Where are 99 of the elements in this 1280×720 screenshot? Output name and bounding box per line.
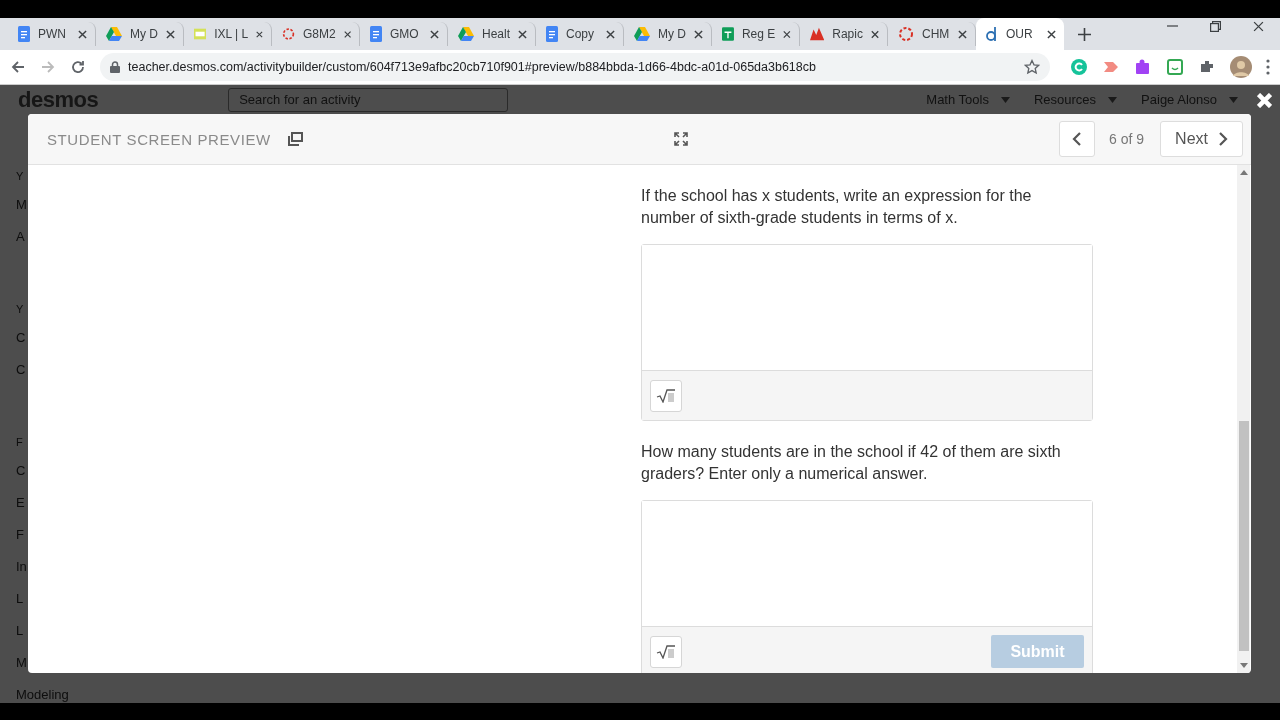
close-icon[interactable] [958,29,967,39]
tab-title: Copy [566,27,595,41]
close-icon[interactable] [606,29,615,39]
tab-title: Healt [482,27,510,41]
math-keypad-button[interactable] [650,635,682,668]
question-text: How many students are in the school if 42 of them are sixth graders? Enter only a numerical answer. [641,442,1062,484]
close-icon[interactable] [870,29,879,39]
square-root-icon [656,388,676,403]
sidebar-item[interactable]: In [16,551,27,583]
sidebar-item[interactable]: Modeling [16,679,69,703]
browser-tab[interactable]: IXL | L [184,22,272,46]
puzzle-icon[interactable] [1134,58,1152,76]
previous-button[interactable] [1059,121,1096,157]
windows-icon[interactable] [287,132,303,146]
browser-tab[interactable]: OUR [976,18,1064,50]
url-text: teacher.desmos.com/activitybuilder/custom/604f713e9afbc20cb710f901#preview/b884bbda-1d66-4bdc-a01d-065da3b618cb [128,60,817,74]
caret-icon [1229,96,1238,103]
sidebar-heading: F [16,435,23,450]
close-icon[interactable] [430,29,439,39]
sidebar-item[interactable]: F [16,519,24,551]
sidebar-item[interactable]: A [16,221,25,253]
browser-tab[interactable]: G8M2 [272,22,360,46]
browser-tab[interactable]: GMO [360,22,448,46]
document-icon [546,26,558,42]
close-icon[interactable] [1047,29,1056,39]
question-text: If the school has x students, write an expression for the number of sixth-grade students in terms of x. [641,186,1033,228]
close-icon[interactable] [1253,20,1264,32]
document-icon [18,26,30,42]
next-button[interactable]: Next [1160,121,1243,157]
browser-tab[interactable]: PWN [8,22,96,46]
spreadsheet-icon [722,26,734,42]
sidebar-item[interactable]: C [16,455,26,487]
dialog-title: STUDENT SCREEN PREVIEW [47,130,271,148]
nav-menu[interactable]: Math Tools [926,92,989,107]
close-icon[interactable] [78,29,87,39]
sidebar-item[interactable]: L [16,583,24,615]
tab-title: Reg E [741,27,776,41]
browser-tab[interactable]: Rapic [800,22,888,46]
tab-title: GMO [390,27,420,41]
browser-tab[interactable]: My D [624,22,712,46]
close-icon[interactable] [783,29,791,39]
letter-d-icon [986,27,998,41]
chat-icon[interactable] [1166,58,1184,76]
new-tab-icon[interactable] [1078,28,1091,41]
ring-icon [898,26,914,42]
tab-title: My D [658,27,686,41]
nav-menu[interactable]: Resources [1033,92,1097,107]
address-bar[interactable]: teacher.desmos.com/activitybuilder/custom/604f713e9afbc20cb710f901#preview/b884bbda-1d66-4bdc-a01d-065da3b618cb [100,53,1050,81]
close-icon[interactable] [343,29,351,39]
back-icon[interactable] [10,59,26,75]
browser-tab[interactable]: Reg E [712,22,800,46]
nav-menu[interactable]: Paige Alonso [1141,92,1217,107]
tab-title: OUR [1006,27,1034,41]
tab-title: CHM [922,27,950,41]
sidebar-item[interactable]: M [16,189,27,221]
triangle-icon [458,27,474,41]
document-icon [370,26,382,42]
chevron-left-icon [1072,132,1083,146]
close-icon[interactable] [256,29,263,39]
close-icon[interactable] [166,29,175,39]
avatar[interactable] [1230,56,1252,78]
sidebar-heading: Y [16,302,24,317]
sidebar-item[interactable]: C [16,322,26,354]
sidebar-item[interactable]: C [16,354,26,386]
tab-title: G8M2 [303,27,336,41]
scrollbar[interactable] [1237,165,1250,673]
browser-tab[interactable]: Healt [448,22,536,46]
browser-tab[interactable]: Copy [536,22,624,46]
logo[interactable]: desmos [18,87,99,112]
close-icon[interactable] [518,29,527,39]
ring-icon [282,26,295,42]
sidebar-item[interactable]: E [16,487,25,519]
sidebar-heading: Y [16,169,24,184]
screen-counter: 6 of 9 [1109,131,1145,147]
star-icon[interactable] [1024,59,1040,75]
sidebar-item[interactable]: M [16,647,27,679]
more-icon[interactable] [1266,59,1270,75]
tab-title: PWN [38,27,67,41]
close-icon[interactable] [694,29,703,39]
chevron-right-icon [1218,132,1228,146]
caret-icon [1000,96,1010,103]
search-field[interactable]: Search for an activity [228,87,509,112]
peaks-icon [810,27,825,41]
restore-icon[interactable] [1210,20,1221,32]
sidebar-item[interactable]: L [16,615,24,647]
tab-title: Rapic [832,27,863,41]
scroll-down-icon[interactable] [1239,663,1248,669]
tab-title: IXL | L [214,27,249,41]
triangle-icon [106,27,122,41]
square-root-icon [656,644,676,659]
fullscreen-icon[interactable] [672,131,689,147]
tab-title: My D [130,27,158,41]
reload-icon[interactable] [70,59,86,75]
triangle-icon [634,27,650,41]
scroll-up-icon[interactable] [1239,169,1248,175]
caret-icon [1108,96,1118,103]
lock-icon [110,61,120,73]
browser-tab[interactable]: My D [96,22,184,46]
math-keypad-button[interactable] [650,379,682,412]
